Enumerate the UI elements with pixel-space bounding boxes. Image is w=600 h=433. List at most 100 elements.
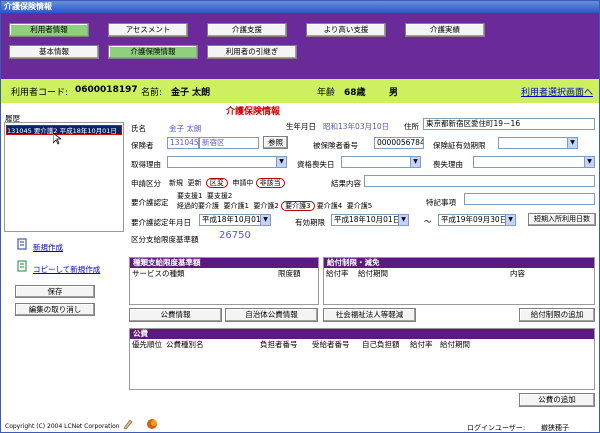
valid-from-select[interactable]: 平成18年10月01日 ▼	[331, 214, 409, 226]
address-label: 住所	[404, 122, 419, 131]
add-benefit-limit-button[interactable]: 給付制限の追加	[519, 308, 595, 322]
valid-period-label: 有効期限	[295, 218, 325, 227]
cert-transitional-option[interactable]: 経過的要介護	[177, 202, 219, 210]
acquire-reason-label: 取得理由	[131, 160, 161, 169]
chevron-down-icon: ▼	[584, 157, 594, 167]
apply-new-option[interactable]: 新規	[169, 179, 183, 187]
benefit-col-content: 内容	[510, 269, 525, 278]
birth-value: 昭和13年03月10日	[323, 122, 390, 131]
apply-renew-option[interactable]: 更新	[187, 179, 201, 187]
user-age-label: 年齢	[317, 88, 336, 98]
copyright: Copyright (C) 2004 LCNet Corporation	[5, 423, 120, 430]
limit-value: 26750	[219, 230, 251, 241]
cert-row2[interactable]: 経過的要介護 要介護1 要介護2 要介護3 要介護4 要介護5	[177, 201, 372, 211]
valid-limit-label: 保険証有効期限	[433, 141, 486, 150]
cert-support1-option[interactable]: 要支援1	[177, 192, 202, 200]
public-col-period: 給付期間	[440, 340, 470, 349]
nav-care-support[interactable]: 介護支援	[207, 23, 287, 37]
address-field[interactable]: 東京都新宿区愛住町19－16	[423, 118, 595, 130]
benefit-col-period: 給付期間	[358, 269, 388, 278]
lose-date-label: 資格喪失日	[297, 160, 335, 169]
lose-reason-select[interactable]: ▼	[473, 156, 595, 168]
lose-date-select[interactable]: ▼	[341, 156, 421, 168]
form-title: 介護保険情報	[226, 107, 281, 117]
insurer-name-field[interactable]: 新宿区	[199, 137, 259, 149]
save-button[interactable]: 保存	[15, 285, 95, 298]
public-col-type: 公費種別名	[166, 340, 204, 349]
acquire-reason-select[interactable]: ▼	[167, 156, 287, 168]
welfare-reduction-button[interactable]: 社会福祉法人等軽減	[323, 308, 416, 322]
cert-date-select[interactable]: 平成18年10月01日 ▼	[199, 214, 271, 226]
user-code: 0600018197	[75, 85, 138, 95]
new-doc-icon	[17, 238, 27, 250]
benefit-title: 給付制限・減免	[324, 258, 594, 268]
special-notes-label: 特記事項	[426, 198, 456, 207]
nav-user-info[interactable]: 利用者情報	[9, 23, 89, 37]
nav-care-record[interactable]: 介護実績	[405, 23, 485, 37]
short-stay-days-button[interactable]: 短期入所利用日数	[528, 213, 596, 226]
public-col-payer-no: 負担者番号	[260, 340, 298, 349]
nav-insurance-info[interactable]: 介護保険情報	[108, 45, 198, 59]
cursor-icon	[53, 133, 61, 145]
public-col-recipient-no: 受給者番号	[312, 340, 350, 349]
login-user-name: 撤狭穂子	[541, 424, 569, 432]
user-name: 金子 太朗	[171, 88, 211, 98]
reference-button[interactable]: 参照	[263, 136, 288, 149]
back-to-user-select-link[interactable]: 利用者選択画面へ	[521, 85, 593, 98]
name-label: 氏名	[131, 124, 146, 133]
lose-reason-label: 喪失理由	[433, 160, 463, 169]
top-navigation: 利用者情報 アセスメント 介護支援 より高い支援 介護実績 基本情報 介護保険情…	[1, 13, 599, 79]
local-public-info-button[interactable]: 自治体公費情報	[225, 308, 318, 322]
add-public-button[interactable]: 公費の追加	[519, 393, 595, 407]
history-item[interactable]: 131045 要介護2 平成18年10月01日	[6, 125, 122, 135]
special-notes-field[interactable]	[464, 193, 595, 205]
new-create-link[interactable]: 新規作成	[33, 242, 63, 253]
info-icon	[147, 419, 157, 429]
login-user-label: ログインユーザー:	[467, 424, 526, 432]
insured-no-field[interactable]: 0000056784	[374, 137, 424, 149]
apply-change-option[interactable]: 区変	[205, 178, 228, 188]
nav-basic-info[interactable]: 基本情報	[9, 45, 99, 59]
valid-limit-select[interactable]: ▼	[498, 137, 578, 149]
cert-care2-option[interactable]: 要介護2	[253, 202, 278, 210]
insurer-label: 保険者	[131, 141, 154, 150]
public-info-button[interactable]: 公費情報	[129, 308, 222, 322]
chevron-down-icon: ▼	[410, 157, 420, 167]
chevron-down-icon: ▼	[260, 215, 270, 225]
user-bar: 利用者コード: 0600018197 名前: 金子 太朗 年齢 68歳 男 利用…	[1, 79, 599, 103]
cert-care4-option[interactable]: 要介護4	[317, 202, 342, 210]
cancel-edit-button[interactable]: 編集の取り消し	[15, 303, 95, 316]
chevron-down-icon: ▼	[505, 215, 515, 225]
apply-type-label: 申請区分	[131, 179, 161, 188]
apply-type-options[interactable]: 新規 更新 区変 申請中 非該当	[169, 178, 285, 188]
apply-not-applicable-option[interactable]: 非該当	[255, 178, 285, 188]
public-title: 公費	[130, 329, 594, 339]
user-code-label: 利用者コード:	[11, 88, 69, 98]
benefit-col-rate: 給付率	[326, 269, 349, 278]
cert-care3-option[interactable]: 要介護3	[281, 201, 315, 211]
main-window: 介護保険情報 利用者情報 アセスメント 介護支援 より高い支援 介護実績 基本情…	[0, 0, 600, 433]
result-label: 結果内容	[331, 179, 361, 188]
copy-create-link[interactable]: コピーして新規作成	[33, 264, 100, 275]
nav-higher-support[interactable]: より高い支援	[306, 23, 386, 37]
apply-pending-option[interactable]: 申請中	[232, 179, 253, 187]
tilde: ～	[424, 217, 432, 226]
window-title: 介護保険情報	[1, 1, 599, 13]
public-col-rate: 給付率	[410, 340, 433, 349]
user-name-label: 名前:	[141, 88, 163, 98]
pencil-icon	[123, 419, 133, 430]
cert-care1-option[interactable]: 要介護1	[223, 202, 248, 210]
result-field[interactable]	[364, 175, 595, 187]
insurer-code-field[interactable]: 131045	[167, 137, 199, 149]
cert-row1[interactable]: 要支援1 要支援2	[177, 191, 232, 201]
cert-support2-option[interactable]: 要支援2	[207, 192, 232, 200]
cert-care5-option[interactable]: 要介護5	[347, 202, 372, 210]
public-col-self-pay: 自己負担額	[362, 340, 400, 349]
copy-doc-icon	[17, 260, 27, 272]
valid-to-select[interactable]: 平成19年09月30日 ▼	[438, 214, 516, 226]
chevron-down-icon: ▼	[276, 157, 286, 167]
history-list[interactable]: 131045 要介護2 平成18年10月01日	[4, 122, 124, 232]
nav-assessment[interactable]: アセスメント	[108, 23, 188, 37]
nav-handover[interactable]: 利用者の引継ぎ	[207, 45, 297, 59]
limits-col-service: サービスの種類	[132, 269, 185, 278]
